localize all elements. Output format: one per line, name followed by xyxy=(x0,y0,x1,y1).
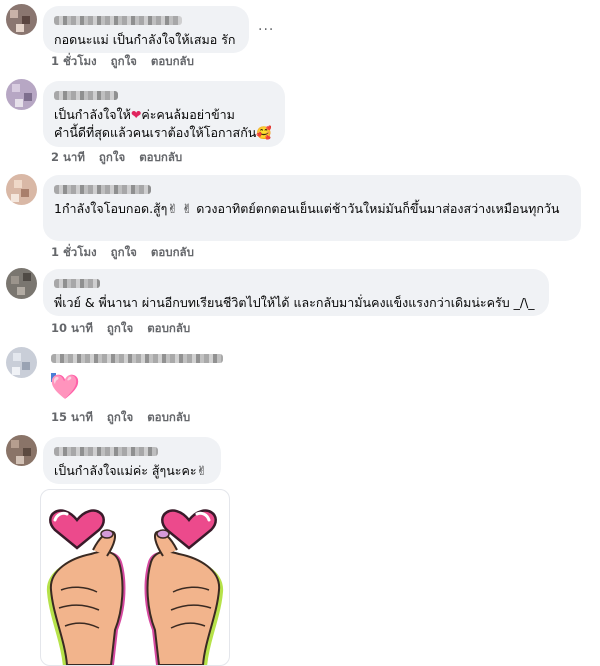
comment-bubble: กอดนะแม่ เป็นกำลังใจให้เสมอ รัก xyxy=(43,6,249,53)
timestamp[interactable]: 2 นาที xyxy=(51,149,85,167)
commenter-name[interactable] xyxy=(54,91,118,100)
comment-bubble: เป็นกำลังใจให้❤ค่ะคนล้มอย่าข้าม คำนี้ดีท… xyxy=(43,81,285,147)
avatar[interactable] xyxy=(6,268,37,299)
timestamp[interactable]: 1 ชั่วโมง xyxy=(51,244,97,262)
like-button[interactable]: ถูกใจ xyxy=(107,320,133,338)
comment-actions: 2 นาที ถูกใจ ตอบกลับ xyxy=(51,149,182,167)
like-button[interactable]: ถูกใจ xyxy=(107,409,133,427)
comment-text: เป็นกำลังใจให้❤ค่ะคนล้มอย่าข้าม คำนี้ดีท… xyxy=(54,107,272,140)
commenter-name[interactable] xyxy=(54,185,151,194)
commenter-name[interactable] xyxy=(54,16,182,25)
reply-button[interactable]: ตอบกลับ xyxy=(151,53,194,71)
commenter-name[interactable] xyxy=(51,354,229,382)
reply-button[interactable]: ตอบกลับ xyxy=(139,149,182,167)
more-options-icon[interactable]: ... xyxy=(258,18,274,34)
avatar[interactable] xyxy=(6,347,37,378)
comment-text: เป็นกำลังใจแม่ค่ะ สู้ๆนะคะ✌ xyxy=(54,463,208,478)
pink-heart-emoji-icon: 🩷 xyxy=(50,373,80,401)
avatar[interactable] xyxy=(6,79,37,110)
comment-bubble: 1กำลังใจโอบกอด.สู้ๆ✌ ✌ ดวงอาทิตย์ตกตอนเย… xyxy=(43,175,581,241)
comment-actions: 10 นาที ถูกใจ ตอบกลับ xyxy=(51,320,190,338)
comment-text: กอดนะแม่ เป็นกำลังใจให้เสมอ รัก xyxy=(54,32,236,47)
like-button[interactable]: ถูกใจ xyxy=(111,53,137,71)
avatar[interactable] xyxy=(6,4,37,35)
heart-emoji-icon: ❤ xyxy=(130,107,142,122)
comment-text: 1กำลังใจโอบกอด.สู้ๆ✌ ✌ ดวงอาทิตย์ตกตอนเย… xyxy=(54,201,560,216)
timestamp[interactable]: 1 ชั่วโมง xyxy=(51,53,97,71)
comment-actions: 1 ชั่วโมง ถูกใจ ตอบกลับ xyxy=(51,53,194,71)
timestamp[interactable]: 10 นาที xyxy=(51,320,93,338)
reply-button[interactable]: ตอบกลับ xyxy=(147,320,190,338)
comment-actions: 1 ชั่วโมง ถูกใจ ตอบกลับ xyxy=(51,244,194,262)
like-button[interactable]: ถูกใจ xyxy=(99,149,125,167)
reply-button[interactable]: ตอบกลับ xyxy=(147,409,190,427)
reply-button[interactable]: ตอบกลับ xyxy=(151,244,194,262)
commenter-name[interactable] xyxy=(54,447,158,456)
comment-actions: 15 นาที ถูกใจ ตอบกลับ xyxy=(51,409,190,427)
finger-heart-icon xyxy=(46,509,224,665)
comment-bubble: พี่เวย์ & พี่นานา ผ่านอีกบทเรียนชีวิตไปใ… xyxy=(43,269,549,316)
like-button[interactable]: ถูกใจ xyxy=(111,244,137,262)
avatar[interactable] xyxy=(6,435,37,466)
comment-bubble: เป็นกำลังใจแม่ค่ะ สู้ๆนะคะ✌ xyxy=(43,437,221,484)
commenter-name[interactable] xyxy=(54,279,100,288)
comment-text: พี่เวย์ & พี่นานา ผ่านอีกบทเรียนชีวิตไปใ… xyxy=(54,295,535,310)
finger-heart-sticker[interactable] xyxy=(40,489,230,666)
avatar[interactable] xyxy=(6,174,37,205)
timestamp[interactable]: 15 นาที xyxy=(51,409,93,427)
